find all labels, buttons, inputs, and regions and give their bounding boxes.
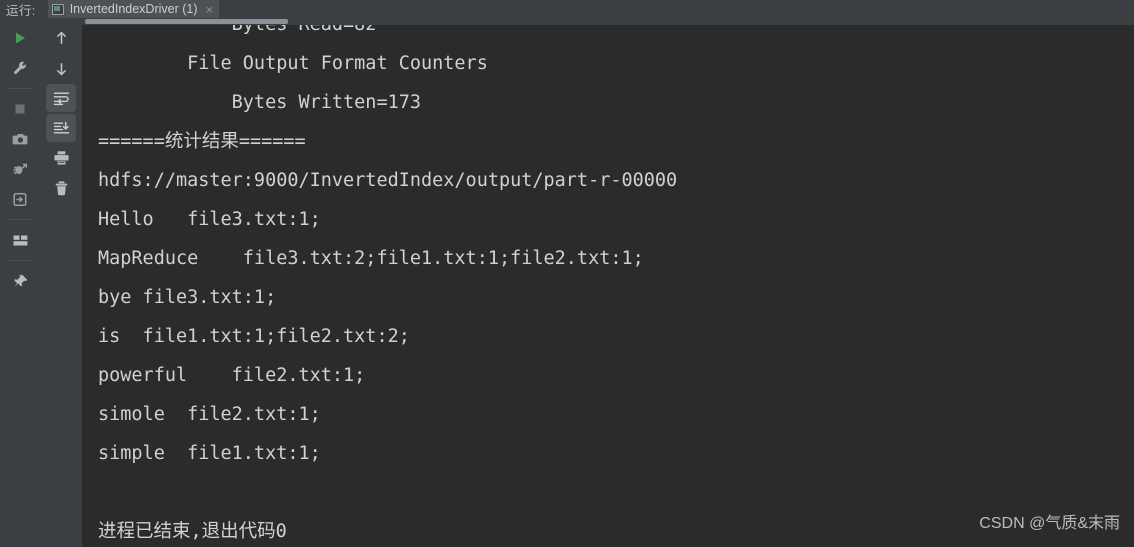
toolbar-divider	[8, 260, 32, 261]
tab-inverted-index-driver[interactable]: InvertedIndexDriver (1) ×	[47, 0, 220, 18]
console-line: File Output Format Counters	[98, 53, 488, 74]
scroll-up-button[interactable]	[46, 24, 76, 52]
toolbar-divider	[8, 88, 32, 89]
rerun-button[interactable]	[5, 24, 35, 52]
debug-attach-button[interactable]	[5, 155, 35, 183]
screenshot-button[interactable]	[5, 125, 35, 153]
printer-icon	[53, 151, 69, 165]
tab-title: InvertedIndexDriver (1)	[69, 2, 198, 16]
trash-icon	[55, 180, 67, 195]
soft-wrap-icon	[53, 92, 69, 105]
watermark: CSDN @气质&末雨	[979, 515, 1120, 532]
scroll-end-icon	[53, 121, 69, 133]
play-icon	[16, 32, 25, 44]
bug-attach-icon	[13, 163, 27, 174]
console-line: bye file3.txt:1;	[98, 287, 277, 308]
pin-tab-button[interactable]	[5, 267, 35, 295]
console-line: ======统计结果======	[98, 131, 306, 152]
console-lines: Bytes Read=82 File Output Format Counter…	[98, 18, 1128, 547]
clear-all-button[interactable]	[46, 174, 76, 202]
console-line: simole file2.txt:1;	[98, 404, 321, 425]
toolbar-divider	[8, 219, 32, 220]
arrow-up-icon	[56, 31, 66, 44]
console-output[interactable]: Bytes Read=82 File Output Format Counter…	[82, 18, 1134, 547]
console-line: is file1.txt:1;file2.txt:2;	[98, 326, 410, 347]
console-actions-toolbar	[40, 18, 82, 547]
console-line: MapReduce file3.txt:2;file1.txt:1;file2.…	[98, 248, 644, 269]
layout-button[interactable]	[5, 226, 35, 254]
stop-icon	[15, 104, 25, 114]
scroll-down-button[interactable]	[46, 54, 76, 82]
run-tool-window: 运行: InvertedIndexDriver (1) × Bytes Read…	[0, 0, 1134, 547]
stop-button[interactable]	[5, 95, 35, 123]
console-line: Bytes Written=173	[98, 92, 422, 113]
arrow-down-icon	[56, 62, 66, 75]
run-configuration-icon	[51, 3, 64, 15]
run-actions-toolbar	[0, 18, 40, 547]
import-icon	[12, 192, 26, 206]
camera-icon	[12, 133, 27, 144]
console-line: hdfs://master:9000/InvertedIndex/output/…	[98, 170, 678, 191]
console-line: simple file1.txt:1;	[98, 443, 321, 464]
settings-button[interactable]	[5, 54, 35, 82]
layout-icon	[13, 235, 27, 245]
wrench-icon	[13, 61, 26, 75]
close-icon[interactable]: ×	[206, 3, 214, 16]
tab-bar: 运行: InvertedIndexDriver (1) ×	[0, 0, 1134, 18]
console-line: 进程已结束,退出代码0	[98, 521, 287, 542]
import-button[interactable]	[5, 185, 35, 213]
run-tool-window-label: 运行:	[6, 3, 36, 18]
scroll-to-end-button[interactable]	[46, 114, 76, 142]
print-button[interactable]	[46, 144, 76, 172]
soft-wrap-button[interactable]	[46, 84, 76, 112]
console-line: powerful file2.txt:1;	[98, 365, 366, 386]
console-line: Hello file3.txt:1;	[98, 209, 321, 230]
pin-icon	[13, 274, 27, 287]
horizontal-scrollbar-thumb[interactable]	[85, 19, 288, 24]
